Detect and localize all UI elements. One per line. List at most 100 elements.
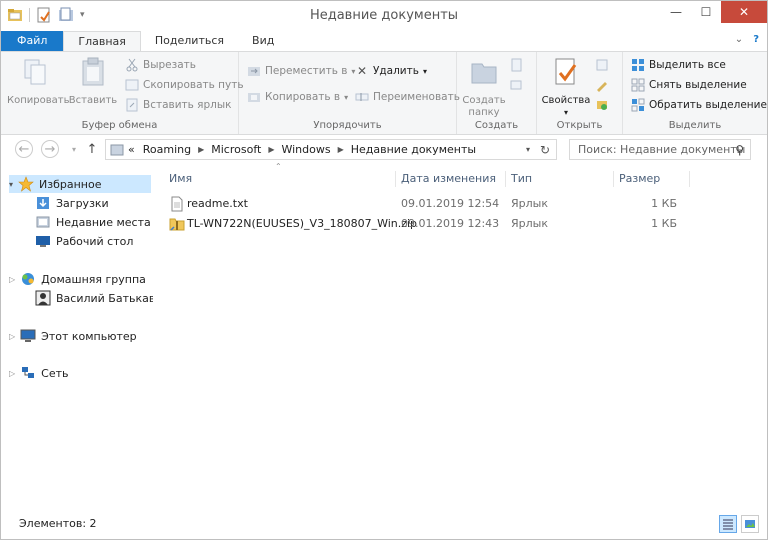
column-header-name[interactable]: Имя: [169, 169, 192, 189]
column-header-date[interactable]: Дата изменения: [401, 169, 496, 189]
edit-icon: [597, 82, 607, 92]
new-item-button[interactable]: [509, 56, 523, 74]
minimize-button[interactable]: —: [661, 1, 691, 23]
select-none-icon: [631, 78, 645, 92]
file-date: 09.01.2019 12:43: [401, 217, 500, 230]
paste-button[interactable]: Вставить: [67, 56, 119, 107]
collapse-ribbon-icon[interactable]: ⌄: [735, 34, 743, 45]
copy-to-button[interactable]: Копировать в ▾: [247, 88, 348, 106]
breadcrumb-microsoft[interactable]: Microsoft: [207, 143, 265, 156]
nav-downloads[interactable]: Загрузки: [35, 194, 109, 212]
address-bar[interactable]: « Roaming ▶ Microsoft ▶ Windows ▶ Недавние …: [105, 139, 557, 160]
edit-button[interactable]: [595, 76, 609, 94]
create-group-label: Создать: [474, 120, 519, 131]
expand-arrow-icon[interactable]: ▾: [9, 180, 13, 189]
refresh-icon[interactable]: ↻: [540, 143, 550, 157]
file-row[interactable]: readme.txt 09.01.2019 12:54 Ярлык 1 КБ: [165, 194, 753, 214]
file-row[interactable]: TL-WN722N(EUUSES)_V3_180807_Win.zip 09.0…: [165, 214, 753, 234]
breadcrumb-windows[interactable]: Windows: [277, 143, 334, 156]
help-icon[interactable]: ?: [753, 34, 759, 45]
network-icon: [22, 367, 35, 378]
status-bar: Элементов: 2: [1, 509, 767, 539]
invert-selection-icon: [631, 98, 645, 112]
nav-user[interactable]: Василий Батькавыч: [35, 289, 171, 307]
column-divider[interactable]: [613, 171, 614, 187]
breadcrumb-recent-documents[interactable]: Недавние документы: [347, 143, 480, 156]
create-group: Создать папку Создать: [457, 52, 537, 134]
column-header-size[interactable]: Размер: [619, 169, 660, 189]
column-divider[interactable]: [689, 171, 690, 187]
clipboard-group: Копировать Вставить Вырезать Скопировать…: [1, 52, 244, 134]
breadcrumb-arrow-icon[interactable]: ▶: [335, 145, 347, 154]
forward-button[interactable]: →: [41, 140, 59, 158]
copy-to-icon: [248, 93, 260, 102]
select-all-button[interactable]: Выделить все: [631, 56, 726, 74]
nav-favorites[interactable]: ▾ Избранное: [9, 175, 151, 193]
new-folder-button[interactable]: Создать папку: [459, 56, 509, 119]
nav-this-pc[interactable]: ▷ Этот компьютер: [9, 327, 137, 345]
new-folder-icon: [471, 63, 497, 84]
paste-shortcut-icon: [126, 98, 138, 112]
copy-button[interactable]: Копировать: [7, 56, 69, 107]
column-header-type[interactable]: Тип: [511, 169, 532, 189]
desktop-icon: [36, 236, 50, 247]
breadcrumb-roaming[interactable]: Roaming: [139, 143, 195, 156]
search-input[interactable]: Поиск: Недавние документы: [578, 143, 745, 156]
recent-locations-button[interactable]: ▾: [65, 140, 83, 158]
navigation-pane: ▾ Избранное Загрузки Недавние места Рабо…: [1, 163, 171, 509]
open-group-label: Открыть: [556, 120, 603, 131]
search-icon[interactable]: ⚲: [735, 143, 744, 157]
breadcrumb-overflow[interactable]: «: [124, 143, 139, 156]
up-button[interactable]: ↑: [83, 140, 101, 158]
column-divider[interactable]: [505, 171, 506, 187]
history-button[interactable]: [595, 96, 609, 114]
scissors-icon: [126, 58, 138, 72]
close-button[interactable]: ✕: [721, 1, 767, 23]
back-button[interactable]: ←: [15, 140, 33, 158]
ribbon-tools: ⌄ ?: [735, 34, 759, 45]
nav-desktop[interactable]: Рабочий стол: [35, 232, 133, 250]
paste-shortcut-button[interactable]: Вставить ярлык: [125, 96, 232, 114]
breadcrumb-arrow-icon[interactable]: ▶: [195, 145, 207, 154]
address-dropdown-icon[interactable]: ▾: [526, 145, 530, 154]
select-none-button[interactable]: Снять выделение: [631, 76, 747, 94]
expand-arrow-icon[interactable]: ▷: [9, 332, 15, 341]
tab-view[interactable]: Вид: [238, 31, 288, 51]
cut-button[interactable]: Вырезать: [125, 56, 196, 74]
zip-folder-icon: [169, 218, 185, 231]
paste-icon: [82, 57, 104, 86]
star-icon: [18, 176, 34, 192]
expand-arrow-icon[interactable]: ▷: [9, 275, 15, 284]
rename-button[interactable]: Переименовать: [355, 88, 460, 106]
file-size: 1 КБ: [651, 197, 677, 210]
move-to-button[interactable]: Переместить в ▾: [247, 62, 355, 80]
expand-arrow-icon[interactable]: ▷: [9, 369, 15, 378]
nav-recent-places[interactable]: Недавние места: [35, 213, 151, 231]
open-icon: [596, 59, 608, 71]
file-name: readme.txt: [187, 197, 248, 210]
nav-homegroup[interactable]: ▷ Домашняя группа: [9, 270, 146, 288]
large-icons-view-icon: [745, 520, 755, 528]
move-to-icon: [248, 67, 260, 76]
file-name: TL-WN722N(EUUSES)_V3_180807_Win.zip: [187, 217, 418, 230]
column-divider[interactable]: [395, 171, 396, 187]
open-button[interactable]: [595, 56, 609, 74]
tab-file[interactable]: Файл: [1, 31, 64, 51]
breadcrumb-arrow-icon[interactable]: ▶: [265, 145, 277, 154]
delete-button[interactable]: ✕ Удалить ▾: [355, 62, 427, 80]
copy-path-icon: [125, 79, 139, 91]
tab-share[interactable]: Поделиться: [141, 31, 238, 51]
nav-network[interactable]: ▷ Сеть: [9, 364, 69, 382]
tab-home[interactable]: Главная: [63, 31, 141, 51]
search-box[interactable]: Поиск: Недавние документы ⚲: [569, 139, 751, 160]
rename-icon: [355, 93, 369, 101]
easy-access-button[interactable]: [509, 76, 523, 94]
ribbon-tabs: Файл Главная Поделиться Вид: [1, 31, 767, 51]
window-title: Недавние документы: [309, 8, 459, 23]
invert-selection-button[interactable]: Обратить выделение: [631, 96, 767, 114]
copy-path-button[interactable]: Скопировать путь: [125, 76, 244, 94]
large-icons-view-button[interactable]: [741, 515, 759, 533]
properties-button[interactable]: Свойства ▾: [537, 56, 595, 119]
maximize-button[interactable]: ☐: [691, 1, 721, 23]
details-view-button[interactable]: [719, 515, 737, 533]
